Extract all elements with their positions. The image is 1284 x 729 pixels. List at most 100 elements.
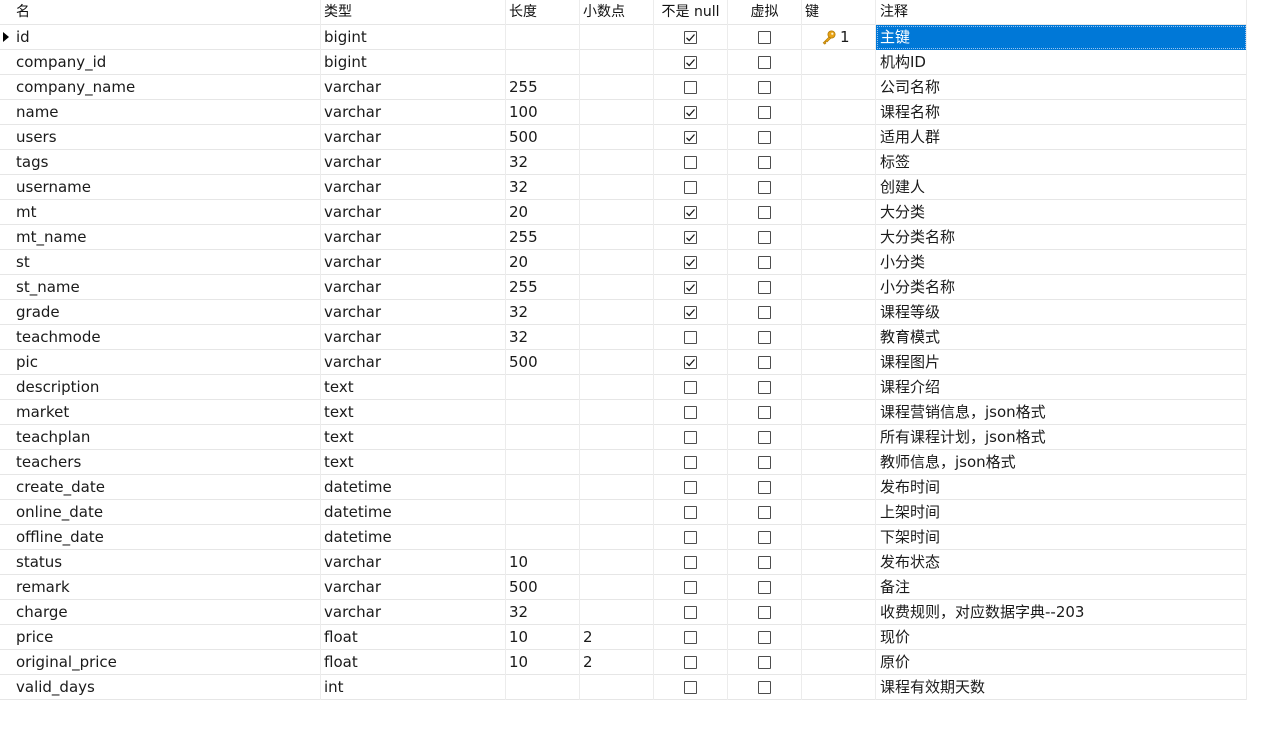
key-cell[interactable] <box>802 374 876 400</box>
not-null-checkbox[interactable] <box>684 480 697 494</box>
virtual-checkbox[interactable] <box>758 230 771 244</box>
field-type-cell[interactable]: int <box>321 674 506 700</box>
virtual-checkbox[interactable] <box>758 330 771 344</box>
not-null-checkbox[interactable] <box>684 305 697 319</box>
virtual-checkbox[interactable] <box>758 130 771 144</box>
field-decimals-cell[interactable] <box>580 499 654 525</box>
field-name-cell[interactable]: original_price <box>12 649 321 675</box>
table-row[interactable]: teachmode varchar 32 教育模式 <box>0 324 1247 350</box>
field-type-cell[interactable]: datetime <box>321 524 506 550</box>
key-cell[interactable] <box>802 149 876 175</box>
not-null-checkbox[interactable] <box>684 405 697 419</box>
not-null-checkbox[interactable] <box>684 180 697 194</box>
key-cell[interactable] <box>802 49 876 75</box>
not-null-checkbox[interactable] <box>684 80 697 94</box>
field-name-cell[interactable]: pic <box>12 349 321 375</box>
key-cell[interactable] <box>802 599 876 625</box>
not-null-checkbox[interactable] <box>684 605 697 619</box>
field-name-cell[interactable]: description <box>12 374 321 400</box>
table-row[interactable]: tags varchar 32 标签 <box>0 149 1247 175</box>
field-type-cell[interactable]: bigint <box>321 49 506 75</box>
field-type-cell[interactable]: varchar <box>321 549 506 575</box>
table-row[interactable]: users varchar 500 适用人群 <box>0 124 1247 150</box>
virtual-checkbox[interactable] <box>758 680 771 694</box>
field-comment-cell[interactable]: 课程等级 <box>876 299 1247 325</box>
field-name-cell[interactable]: users <box>12 124 321 150</box>
field-type-cell[interactable]: text <box>321 449 506 475</box>
field-comment-cell[interactable]: 收费规则，对应数据字典--203 <box>876 599 1247 625</box>
field-type-cell[interactable]: text <box>321 374 506 400</box>
field-length-cell[interactable] <box>506 524 580 550</box>
key-cell[interactable] <box>802 349 876 375</box>
field-decimals-cell[interactable] <box>580 599 654 625</box>
field-length-cell[interactable] <box>506 24 580 50</box>
key-cell[interactable] <box>802 649 876 675</box>
field-length-cell[interactable]: 32 <box>506 299 580 325</box>
field-length-cell[interactable] <box>506 399 580 425</box>
field-type-cell[interactable]: varchar <box>321 99 506 125</box>
not-null-checkbox[interactable] <box>684 505 697 519</box>
field-length-cell[interactable] <box>506 449 580 475</box>
field-name-cell[interactable]: st_name <box>12 274 321 300</box>
field-comment-cell[interactable]: 课程有效期天数 <box>876 674 1247 700</box>
table-row[interactable]: company_id bigint 机构ID <box>0 49 1247 75</box>
virtual-checkbox[interactable] <box>758 430 771 444</box>
header-decimals[interactable]: 小数点 <box>580 0 654 25</box>
field-decimals-cell[interactable] <box>580 324 654 350</box>
table-row[interactable]: create_date datetime 发布时间 <box>0 474 1247 500</box>
field-length-cell[interactable] <box>506 474 580 500</box>
table-row[interactable]: name varchar 100 课程名称 <box>0 99 1247 125</box>
virtual-checkbox[interactable] <box>758 155 771 169</box>
field-length-cell[interactable]: 20 <box>506 199 580 225</box>
field-comment-cell[interactable]: 备注 <box>876 574 1247 600</box>
field-length-cell[interactable] <box>506 49 580 75</box>
field-type-cell[interactable]: float <box>321 649 506 675</box>
field-name-cell[interactable]: teachplan <box>12 424 321 450</box>
field-decimals-cell[interactable] <box>580 24 654 50</box>
field-comment-cell[interactable]: 课程图片 <box>876 349 1247 375</box>
field-comment-cell[interactable]: 课程介绍 <box>876 374 1247 400</box>
table-row[interactable]: remark varchar 500 备注 <box>0 574 1247 600</box>
field-comment-cell[interactable]: 小分类 <box>876 249 1247 275</box>
header-comment[interactable]: 注释 <box>876 0 1247 25</box>
not-null-checkbox[interactable] <box>684 330 697 344</box>
field-name-cell[interactable]: remark <box>12 574 321 600</box>
field-comment-cell[interactable]: 下架时间 <box>876 524 1247 550</box>
field-type-cell[interactable]: text <box>321 399 506 425</box>
field-comment-cell[interactable]: 小分类名称 <box>876 274 1247 300</box>
key-cell[interactable] <box>802 524 876 550</box>
field-length-cell[interactable]: 10 <box>506 624 580 650</box>
field-type-cell[interactable]: varchar <box>321 274 506 300</box>
field-name-cell[interactable]: company_name <box>12 74 321 100</box>
key-cell[interactable] <box>802 399 876 425</box>
header-not-null[interactable]: 不是 null <box>654 0 728 25</box>
field-decimals-cell[interactable] <box>580 49 654 75</box>
key-cell[interactable] <box>802 299 876 325</box>
field-decimals-cell[interactable]: 2 <box>580 624 654 650</box>
field-decimals-cell[interactable] <box>580 174 654 200</box>
field-decimals-cell[interactable]: 2 <box>580 649 654 675</box>
field-decimals-cell[interactable] <box>580 224 654 250</box>
field-length-cell[interactable] <box>506 674 580 700</box>
field-comment-cell[interactable]: 现价 <box>876 624 1247 650</box>
key-cell[interactable] <box>802 74 876 100</box>
field-length-cell[interactable] <box>506 374 580 400</box>
field-type-cell[interactable]: varchar <box>321 149 506 175</box>
field-comment-cell[interactable]: 大分类名称 <box>876 224 1247 250</box>
virtual-checkbox[interactable] <box>758 305 771 319</box>
field-decimals-cell[interactable] <box>580 249 654 275</box>
table-row[interactable]: username varchar 32 创建人 <box>0 174 1247 200</box>
field-length-cell[interactable]: 32 <box>506 599 580 625</box>
field-name-cell[interactable]: price <box>12 624 321 650</box>
field-decimals-cell[interactable] <box>580 574 654 600</box>
field-type-cell[interactable]: varchar <box>321 224 506 250</box>
virtual-checkbox[interactable] <box>758 555 771 569</box>
field-type-cell[interactable]: varchar <box>321 574 506 600</box>
field-length-cell[interactable]: 32 <box>506 174 580 200</box>
not-null-checkbox[interactable] <box>684 455 697 469</box>
field-name-cell[interactable]: mt_name <box>12 224 321 250</box>
key-cell[interactable] <box>802 474 876 500</box>
key-cell[interactable] <box>802 549 876 575</box>
virtual-checkbox[interactable] <box>758 30 771 44</box>
header-name[interactable]: 名 <box>12 0 321 25</box>
